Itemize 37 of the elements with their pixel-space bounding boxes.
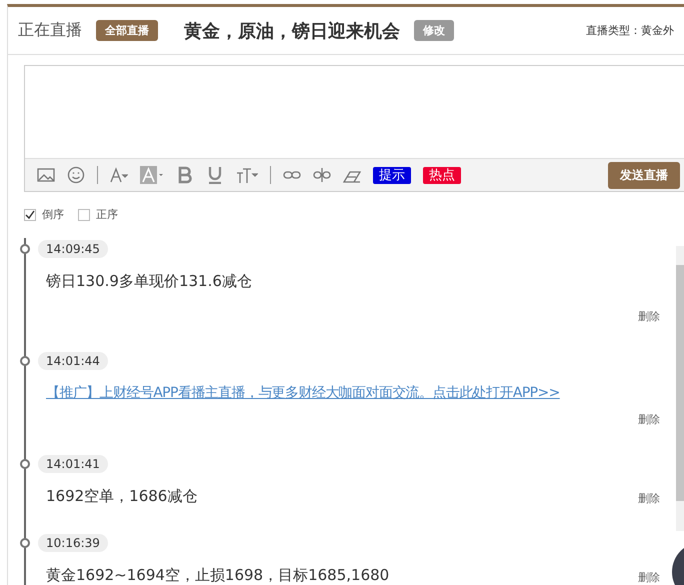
checkbox[interactable] (24, 208, 36, 220)
live-type-label: 直播类型：黄金外 (586, 23, 675, 38)
send-button[interactable]: 发送直播 (608, 162, 680, 188)
live-title: 黄金，原油，镑日迎来机会 (184, 20, 400, 42)
entry-text: 黄金1692~1694空，止损1698，目标1685,1680 (45, 566, 390, 585)
time-label: 14:01:41 (38, 455, 108, 473)
timeline-dot (20, 356, 30, 366)
sort-label: 正序 (96, 207, 118, 222)
delete-link[interactable]: 删除 (638, 491, 660, 506)
tag-button[interactable]: 提示 (373, 166, 411, 184)
entry-text: 1692空单，1686减仓 (45, 487, 198, 506)
checkbox[interactable] (78, 208, 90, 220)
highlight-icon[interactable] (140, 166, 164, 184)
delete-link[interactable]: 删除 (638, 570, 660, 585)
unlink-icon[interactable] (313, 166, 331, 184)
image-icon[interactable] (37, 166, 55, 184)
time-label: 14:01:44 (38, 352, 108, 370)
font-color-icon[interactable] (110, 166, 128, 184)
entry-text: 镑日130.9多单现价131.6减仓 (45, 272, 253, 291)
underline-icon[interactable] (206, 166, 224, 184)
all-live-button[interactable]: 全部直播 (96, 20, 158, 41)
time-label: 14:09:45 (38, 240, 108, 258)
scrollbar-thumb[interactable] (676, 265, 684, 501)
live-status-label: 正在直播 (18, 20, 82, 41)
smiley-icon[interactable] (67, 166, 85, 184)
delete-link[interactable]: 删除 (638, 412, 660, 427)
tag-button[interactable]: 热点 (423, 166, 461, 184)
time-label: 10:16:39 (38, 534, 108, 552)
sort-label: 倒序 (42, 207, 64, 222)
scrollbar[interactable] (676, 246, 684, 531)
timeline-dot (20, 244, 30, 254)
font-size-icon[interactable] (236, 166, 258, 184)
promo-link[interactable]: 【推广】上财经号APP看播主直播，与更多财经大咖面对面交流。点击此处打开APP>> (38, 384, 660, 402)
timeline-dot (20, 538, 30, 548)
timeline-dot (20, 459, 30, 469)
bold-icon[interactable] (176, 166, 194, 184)
delete-link[interactable]: 删除 (638, 309, 660, 324)
